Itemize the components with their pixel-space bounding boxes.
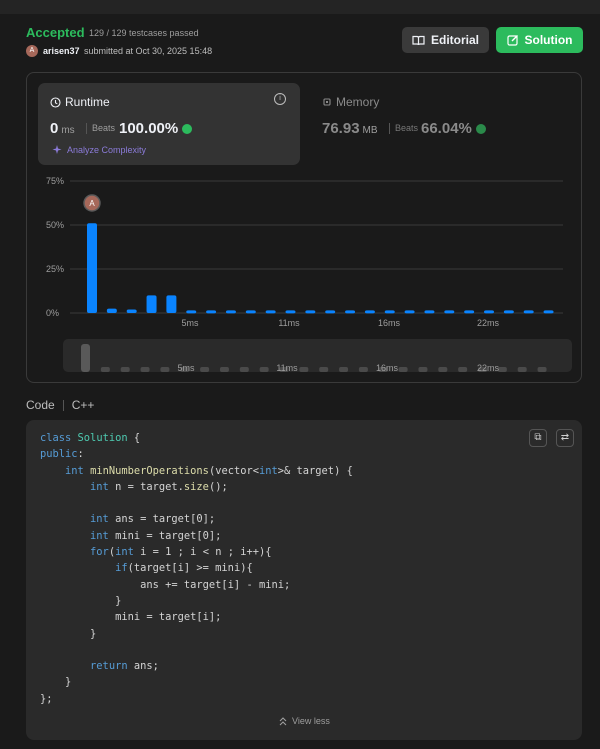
chart-bar — [87, 223, 97, 313]
code-header: Code C++ — [26, 398, 94, 412]
minimap-bar — [160, 367, 170, 372]
chart-bar — [464, 310, 475, 314]
minimap-bar — [120, 367, 130, 372]
minimap-bar — [517, 367, 527, 372]
code-line: for(int i = 1 ; i < n ; i++){ — [90, 546, 272, 559]
minimap-bar — [458, 367, 468, 372]
minimap-bar — [319, 367, 329, 372]
chart-bar — [364, 310, 375, 314]
language-label: C++ — [71, 398, 95, 412]
x-tick-label: 22ms — [477, 318, 500, 328]
chart-bar — [245, 310, 256, 314]
chart-bar — [325, 310, 336, 314]
code-line: }; — [40, 692, 53, 705]
copy-icon[interactable]: ⧉ — [529, 429, 547, 447]
code-line: public: — [40, 448, 84, 461]
minimap-bar — [200, 367, 210, 372]
minimap-bar — [398, 367, 408, 372]
chart-bar — [146, 295, 157, 313]
chart-bar — [166, 295, 177, 313]
code-line: int ans = target[0]; — [90, 513, 216, 526]
y-tick-label: 50% — [46, 220, 64, 230]
code-line: mini = target[i]; — [40, 611, 222, 624]
view-less-button[interactable]: View less — [278, 716, 330, 726]
chart-bar — [206, 310, 217, 314]
minimap-bar — [438, 367, 448, 372]
code-line: int mini = target[0]; — [90, 529, 222, 542]
minimap-bar — [418, 367, 428, 372]
chart-bar — [106, 308, 117, 313]
chart-bar — [424, 310, 435, 314]
chart-bar — [186, 310, 197, 314]
minimap-bar — [239, 367, 249, 372]
minimap-bar — [100, 367, 110, 372]
view-less-label: View less — [292, 716, 330, 726]
minimap-tick-label: 5ms — [177, 363, 195, 373]
chart-bar — [265, 310, 276, 314]
chart-bar — [384, 310, 395, 314]
chart-bar — [225, 310, 236, 314]
x-tick-label: 11ms — [278, 318, 300, 328]
chart-bar — [285, 310, 296, 314]
minimap-bar — [81, 344, 90, 372]
minimap-bar — [358, 367, 368, 372]
chevrons-up-icon — [279, 717, 287, 726]
minimap-bar — [259, 367, 269, 372]
chart-bar — [543, 310, 554, 314]
code-line: int n = target.size(); — [90, 480, 228, 493]
minimap-bar — [497, 367, 507, 372]
code-line: int minNumberOperations(vector<int>& tar… — [65, 464, 353, 477]
y-tick-label: 0% — [46, 308, 59, 318]
divider — [62, 399, 64, 411]
chart-bar — [444, 310, 455, 314]
minimap-tick-label: 16ms — [376, 363, 399, 373]
chart-bar — [503, 310, 514, 314]
code-line: } — [40, 627, 97, 640]
chart-bar — [484, 310, 494, 314]
minimap-bar — [219, 367, 229, 372]
y-tick-label: 25% — [46, 264, 64, 274]
code-line: } — [40, 676, 72, 689]
code-content[interactable]: class Solution { public: int minNumberOp… — [40, 430, 353, 707]
minimap-bar — [537, 367, 547, 372]
chart-bar — [404, 310, 415, 314]
code-label: Code — [26, 398, 55, 412]
code-line: return ans; — [90, 660, 159, 673]
minimap-tick-label: 11ms — [276, 363, 298, 373]
swap-icon[interactable]: ⇄ — [556, 429, 574, 447]
minimap-bar — [140, 367, 150, 372]
x-tick-label: 5ms — [181, 318, 199, 328]
chart-bar — [305, 310, 316, 314]
code-line: class Solution { — [40, 432, 141, 444]
minimap-tick-label: 22ms — [477, 363, 500, 373]
user-marker-label: A — [89, 199, 95, 208]
chart-bar — [345, 310, 356, 314]
chart-bar — [126, 309, 137, 313]
y-tick-label: 75% — [46, 176, 64, 186]
code-line: if(target[i] >= mini){ — [115, 562, 253, 575]
code-line: } — [40, 594, 122, 607]
x-tick-label: 16ms — [378, 318, 401, 328]
chart-bar — [523, 310, 534, 314]
minimap-bar — [339, 367, 349, 372]
code-line: ans += target[i] - mini; — [40, 578, 291, 591]
minimap-bar — [299, 367, 309, 372]
